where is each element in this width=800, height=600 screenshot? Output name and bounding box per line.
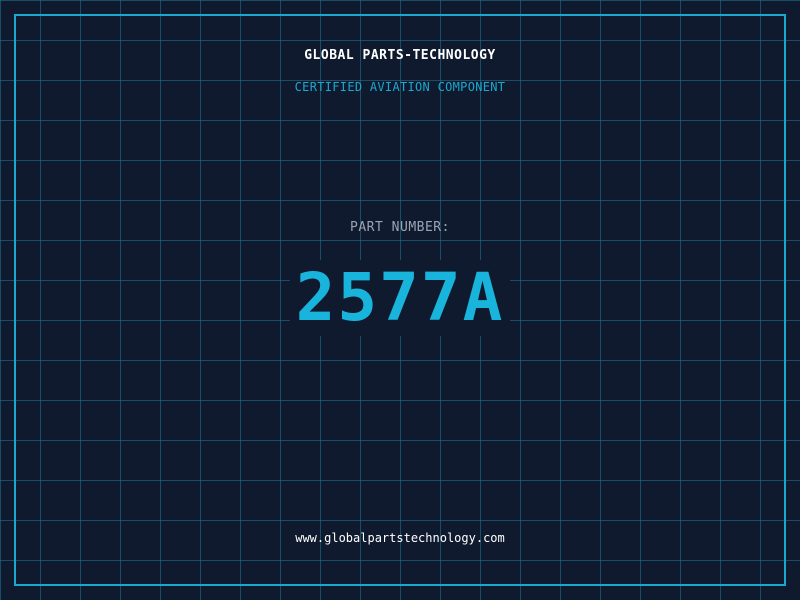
- part-number-label: PART NUMBER:: [350, 220, 450, 235]
- brand-title: GLOBAL PARTS-TECHNOLOGY: [304, 48, 496, 63]
- website-url: www.globalpartstechnology.com: [295, 531, 505, 545]
- tagline: CERTIFIED AVIATION COMPONENT: [294, 80, 506, 94]
- part-number-value: 2577A: [289, 260, 511, 336]
- part-certificate-canvas: GLOBAL PARTS-TECHNOLOGY CERTIFIED AVIATI…: [0, 0, 800, 600]
- part-number-container: 2577A: [0, 260, 800, 336]
